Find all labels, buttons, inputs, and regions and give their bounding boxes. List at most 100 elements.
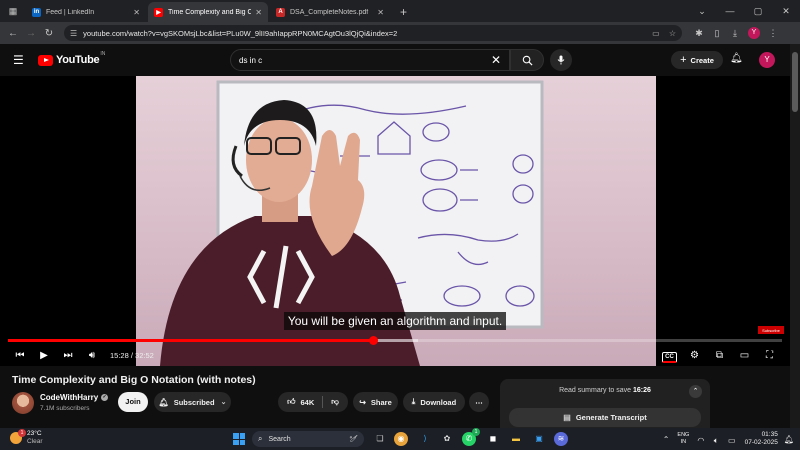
- channel-name[interactable]: CodeWithHarry: [40, 393, 98, 402]
- tab-linkedin[interactable]: in Feed | LinkedIn ✕: [26, 2, 146, 22]
- app-icon[interactable]: ≋: [554, 432, 568, 446]
- generate-transcript-button[interactable]: ▤ Generate Transcript: [509, 408, 701, 427]
- weather-condition: Clear: [27, 438, 43, 445]
- volume-icon[interactable]: 🔊︎: [80, 350, 104, 361]
- join-button[interactable]: Join: [118, 392, 148, 412]
- minimize-icon[interactable]: —: [716, 0, 744, 22]
- browser-profile-avatar[interactable]: Y: [748, 27, 760, 39]
- youtube-play-icon: [38, 54, 53, 66]
- browser-menu-icon[interactable]: ⋮: [764, 28, 782, 39]
- site-info-icon[interactable]: ☰: [70, 29, 77, 38]
- like-dislike-group: 👍︎ 64K 👎︎: [278, 392, 348, 412]
- current-time: 15:28: [110, 350, 129, 360]
- transcript-label: Generate Transcript: [575, 413, 647, 422]
- store-icon[interactable]: ▣: [532, 432, 546, 446]
- play-icon[interactable]: ▶: [32, 350, 56, 361]
- account-avatar[interactable]: Y: [759, 52, 775, 68]
- country-code: IN: [100, 51, 106, 57]
- more-actions-button[interactable]: ⋯: [469, 392, 489, 412]
- close-window-icon[interactable]: ✕: [772, 0, 800, 22]
- download-button[interactable]: ⤓ Download: [403, 392, 465, 412]
- tray-overflow-icon[interactable]: ⌃: [663, 435, 670, 444]
- cast-icon[interactable]: ▭: [652, 29, 660, 38]
- settings-gear-icon[interactable]: ⚙: [682, 350, 707, 361]
- plus-icon: +: [680, 54, 687, 66]
- notifications-bell-icon[interactable]: 🔔︎: [730, 53, 743, 64]
- speaker-icon: 🔈︎: [713, 436, 719, 445]
- clock-date: 07-02-2025: [744, 439, 778, 446]
- new-tab-button[interactable]: +: [400, 5, 407, 19]
- transcript-icon: ▤: [563, 413, 571, 422]
- search-button[interactable]: [510, 49, 544, 71]
- taskbar-search[interactable]: ⌕ Search 🏏︎: [252, 431, 364, 447]
- previous-icon[interactable]: ⏮: [8, 350, 32, 361]
- vscode-icon[interactable]: ⟩: [418, 432, 432, 446]
- forward-icon[interactable]: →: [22, 28, 40, 39]
- notification-center-icon[interactable]: 🔔︎: [784, 435, 794, 444]
- clock[interactable]: 01:35 07-02-2025: [745, 431, 778, 447]
- like-button[interactable]: 👍︎ 64K: [279, 392, 322, 412]
- extensions-icon[interactable]: ✱: [690, 28, 708, 39]
- like-count: 64K: [300, 397, 315, 407]
- channel-name-row[interactable]: CodeWithHarry ✓: [40, 393, 109, 402]
- dislike-button[interactable]: 👎︎: [323, 392, 347, 412]
- reload-icon[interactable]: ↻: [40, 28, 58, 39]
- whatsapp-icon[interactable]: ✆ 1: [462, 428, 480, 446]
- language-indicator[interactable]: ENG IN: [677, 432, 689, 446]
- tab-pdf[interactable]: A DSA_CompleteNotes.pdf ✕: [270, 2, 390, 22]
- file-explorer-icon[interactable]: ▬: [509, 432, 523, 446]
- search-icon: ⌕: [258, 434, 263, 443]
- clock-time: 01:35: [761, 431, 778, 438]
- tab-close-icon[interactable]: ✕: [377, 8, 384, 17]
- sidebar-icon[interactable]: ▯: [708, 28, 726, 39]
- progress-bar[interactable]: [8, 336, 782, 345]
- lang-line1: ENG: [677, 432, 690, 438]
- theater-mode-icon[interactable]: ▭: [732, 350, 757, 361]
- maximize-icon[interactable]: ▢: [744, 0, 772, 22]
- browser-tab-strip: ▦ in Feed | LinkedIn ✕ ▶ Time Complexity…: [0, 0, 800, 22]
- camera-icon[interactable]: ◼: [486, 432, 500, 446]
- weather-alert-badge: 1: [18, 429, 26, 437]
- subscribed-button[interactable]: 🔔︎ Subscribed ⌄: [154, 392, 231, 412]
- address-bar[interactable]: ☰ youtube.com/watch?v=vgSKOMsjLbc&list=P…: [64, 25, 682, 41]
- scrollbar-thumb[interactable]: [792, 52, 798, 112]
- summary-text: Read summary to save 16:26: [500, 387, 710, 394]
- cc-icon: CC: [662, 351, 677, 363]
- system-icons[interactable]: ◠ 🔈︎ ▭: [697, 430, 740, 448]
- create-button[interactable]: + Create: [671, 51, 723, 69]
- weather-widget[interactable]: 1 23°C Clear: [10, 429, 43, 446]
- youtube-logo[interactable]: YouTube IN: [38, 51, 106, 66]
- task-view-icon[interactable]: ❏: [373, 432, 387, 446]
- channel-watermark[interactable]: Subscribe: [758, 326, 784, 334]
- video-player[interactable]: You will be given an algorithm and input…: [0, 76, 790, 366]
- next-icon[interactable]: ⏭: [56, 350, 80, 361]
- share-button[interactable]: ↪ Share: [353, 392, 398, 412]
- tab-search-icon[interactable]: ▦: [4, 2, 22, 20]
- tab-close-icon[interactable]: ✕: [255, 8, 262, 17]
- tab-title: Time Complexity and Big O No: [168, 8, 252, 16]
- subtitles-button[interactable]: CC: [657, 350, 682, 363]
- tab-youtube[interactable]: ▶ Time Complexity and Big O No ✕: [148, 2, 268, 22]
- tab-list-icon[interactable]: ⌄: [688, 0, 716, 22]
- chatgpt-icon[interactable]: ✿: [440, 432, 454, 446]
- download-label: Download: [420, 397, 457, 407]
- clear-search-icon[interactable]: ✕: [491, 53, 501, 67]
- hamburger-menu-icon[interactable]: ☰: [13, 53, 24, 67]
- search-input[interactable]: ds in c ✕: [230, 49, 510, 71]
- wifi-icon: ◠: [697, 436, 705, 445]
- voice-search-button[interactable]: [550, 49, 572, 71]
- downloads-icon[interactable]: ⤓: [726, 28, 744, 39]
- back-icon[interactable]: ←: [4, 28, 22, 39]
- miniplayer-icon[interactable]: ⧉: [707, 350, 732, 361]
- bookmark-star-icon[interactable]: ☆: [669, 29, 676, 38]
- collapse-chevron-icon[interactable]: ⌃: [689, 385, 702, 398]
- fullscreen-icon[interactable]: ⛶: [757, 350, 782, 361]
- chrome-icon[interactable]: ◉: [394, 432, 408, 446]
- page-scrollbar[interactable]: [790, 44, 800, 428]
- start-button[interactable]: [233, 433, 245, 445]
- more-horizontal-icon: ⋯: [475, 397, 483, 407]
- player-controls: ⏮ ▶ ⏭ 🔊︎ 15:28 / 32:52 CC ⚙ ⧉ ▭ ⛶: [0, 344, 790, 366]
- channel-avatar[interactable]: [12, 392, 34, 414]
- tab-close-icon[interactable]: ✕: [133, 8, 140, 17]
- played-bar: [8, 339, 373, 342]
